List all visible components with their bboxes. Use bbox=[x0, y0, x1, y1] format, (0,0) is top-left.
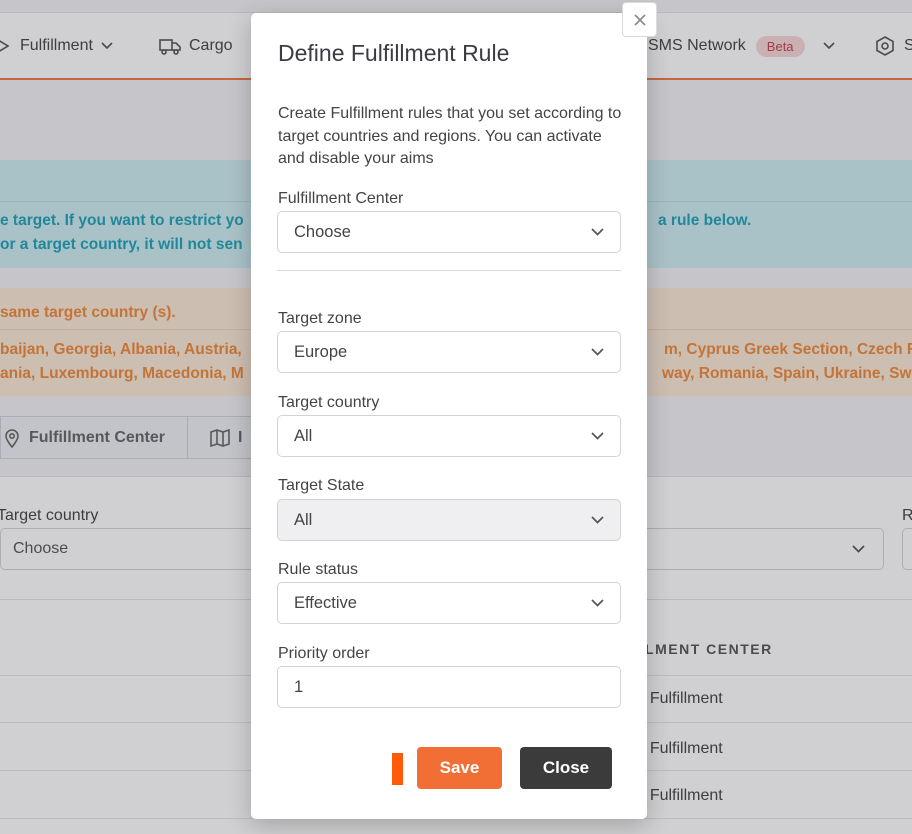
fulfillment-center-select[interactable]: Choose bbox=[277, 211, 621, 253]
focus-marker bbox=[392, 753, 403, 785]
target-country-label: Target country bbox=[278, 394, 380, 411]
target-zone-select[interactable]: Europe bbox=[277, 331, 621, 373]
target-zone-label: Target zone bbox=[278, 310, 362, 327]
chevron-down-icon bbox=[591, 348, 604, 356]
close-icon bbox=[633, 13, 646, 26]
modal-description: Create Fulfillment rules that you set ac… bbox=[278, 105, 622, 167]
modal-close-button[interactable] bbox=[622, 2, 657, 37]
rule-status-label: Rule status bbox=[278, 561, 359, 578]
fulfillment-center-label: Fulfillment Center bbox=[278, 190, 404, 207]
modal-title: Define Fulfillment Rule bbox=[278, 40, 510, 66]
target-state-select: All bbox=[277, 499, 621, 541]
chevron-down-icon bbox=[591, 432, 604, 440]
divider bbox=[277, 270, 621, 271]
close-button[interactable]: Close bbox=[520, 747, 612, 789]
rule-status-select[interactable]: Effective bbox=[277, 582, 621, 624]
priority-order-label: Priority order bbox=[278, 645, 370, 662]
define-fulfillment-rule-modal: Define Fulfillment Rule Create Fulfillme… bbox=[251, 13, 647, 819]
chevron-down-icon bbox=[591, 228, 604, 236]
chevron-down-icon bbox=[591, 516, 604, 524]
priority-order-input[interactable]: 1 bbox=[277, 666, 621, 708]
target-country-select[interactable]: All bbox=[277, 415, 621, 457]
chevron-down-icon bbox=[591, 599, 604, 607]
target-state-label: Target State bbox=[278, 477, 365, 494]
save-button[interactable]: Save bbox=[417, 747, 502, 789]
